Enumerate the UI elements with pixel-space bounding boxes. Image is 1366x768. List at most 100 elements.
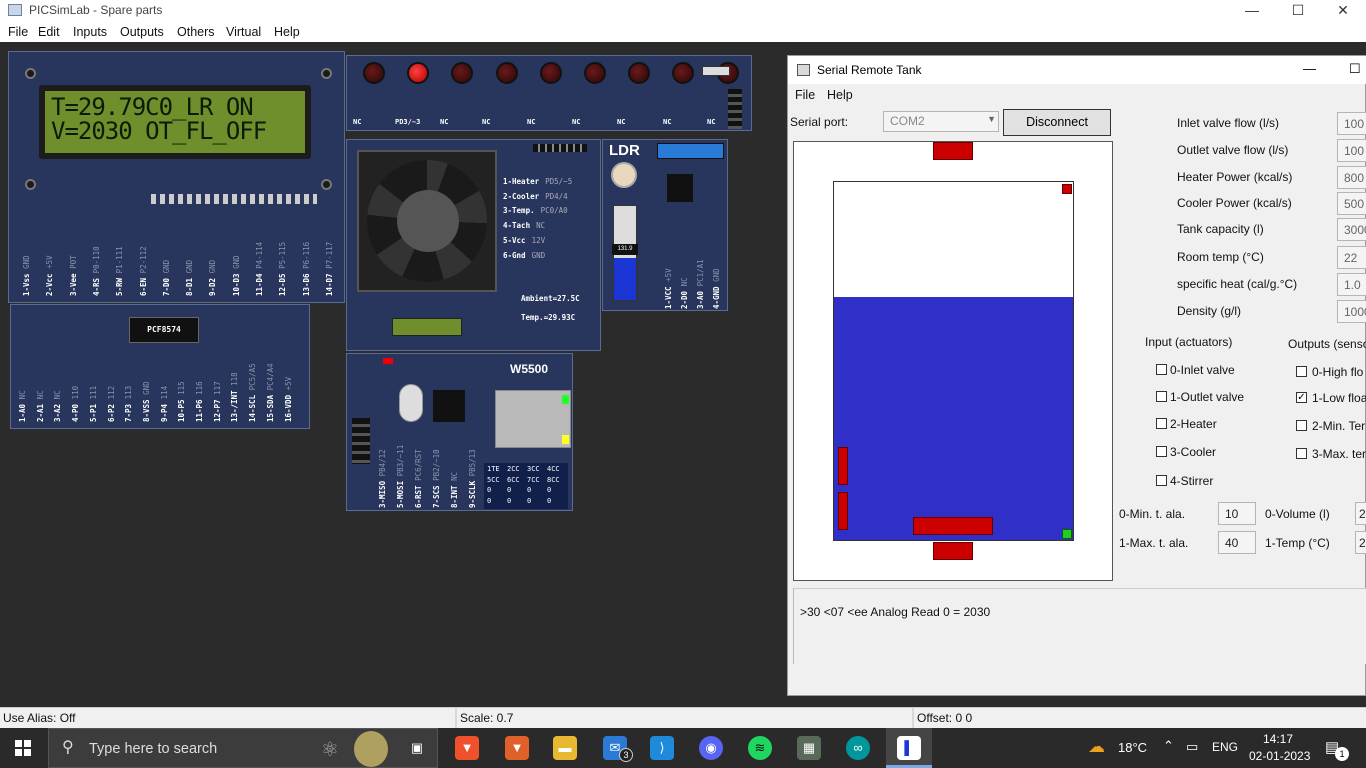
minimize-button[interactable]: — <box>1229 0 1275 22</box>
checkbox-output-0[interactable] <box>1296 366 1307 377</box>
pcf8574-board[interactable]: PCF8574 1-A0 NC 2-A1 NC 3-A2 NC 4-P0 110 5-P… <box>10 304 310 429</box>
fan-pin-1: 1-Heater PD5/~5 <box>503 177 572 186</box>
serial-maximize-button[interactable]: ☐ <box>1349 61 1361 77</box>
pin-name: 1-VCC <box>664 286 673 309</box>
pin-name: 9-SCLK <box>468 480 477 508</box>
serial-menu-file[interactable]: File <box>795 88 815 102</box>
menu-file[interactable]: File <box>8 25 28 39</box>
tank-liquid <box>834 296 1073 540</box>
pin-label-1: 1-Vss GND <box>22 255 31 296</box>
checkbox-output-3[interactable] <box>1296 448 1307 459</box>
pin-signal: P1-111 <box>115 246 125 274</box>
crystal <box>399 384 423 422</box>
atom-icon[interactable]: ⚛ <box>321 737 349 761</box>
window-title: PICSimLab - Spare parts <box>29 3 163 17</box>
pin-name: 12-D5 <box>278 273 288 296</box>
ldr-board[interactable]: LDR 131.9 1-VCC +5V 2-D0 NC 3-A0 PC1/A1 4-G… <box>602 139 728 311</box>
spotify-icon[interactable]: ≋ <box>748 736 772 760</box>
pin-name: 10-D3 <box>231 273 241 296</box>
param-field-2[interactable]: 100 <box>1337 139 1366 162</box>
chevron-up-icon[interactable]: ⌃ <box>1163 738 1174 754</box>
led-1 <box>363 62 385 84</box>
param-field-1[interactable]: 100 <box>1337 112 1366 135</box>
pin-name: 1-Heater <box>503 177 540 186</box>
pin-name: 14-SCL <box>248 394 258 422</box>
pin-label-1: 3-MISO PB4/12 <box>378 449 387 508</box>
switch-toggle[interactable] <box>702 66 730 76</box>
input-label-3: 3-Cooler <box>1170 445 1217 459</box>
picsimlab-icon[interactable]: ▦ <box>797 736 821 760</box>
menu-inputs[interactable]: Inputs <box>73 25 107 39</box>
checkbox-input-0[interactable] <box>1156 364 1167 375</box>
maximize-button[interactable]: ☐ <box>1275 0 1321 22</box>
disconnect-button[interactable]: Disconnect <box>1003 109 1111 136</box>
param-field-5[interactable]: 3000 <box>1337 218 1366 241</box>
alarm-field-0[interactable]: 10 <box>1218 502 1256 525</box>
led-4 <box>495 62 518 84</box>
weather-icon[interactable]: ☁ <box>1088 737 1105 757</box>
pin-name: 2-Vcc <box>45 273 55 296</box>
param-field-4[interactable]: 500 <box>1337 192 1366 215</box>
pin-label-9: 9-P4 114 <box>160 386 169 422</box>
pin-name: 7-D0 <box>161 277 171 296</box>
menu-others[interactable]: Others <box>177 25 215 39</box>
brave-beta-icon[interactable]: ▼ <box>505 736 529 760</box>
arduino-icon[interactable]: ∞ <box>846 736 870 760</box>
ldr-pot[interactable] <box>657 143 724 159</box>
close-button[interactable]: ✕ <box>1320 0 1366 22</box>
serial-menu-help[interactable]: Help <box>827 88 853 102</box>
pin-label-4: 7-SCS PB2/~10 <box>432 449 441 508</box>
param-field-7[interactable]: 1.0 <box>1337 273 1366 296</box>
discord-icon[interactable]: ◉ <box>699 736 723 760</box>
pin-signal: P7-117 <box>324 241 334 269</box>
pin-name: 11-P6 <box>195 399 204 422</box>
lcd-board[interactable]: T=29.79C0_LR ON V=2030 OT_FL_OFF 1-Vss GN… <box>8 51 345 303</box>
taskbar-search[interactable]: ⚲ Type here to search ⚛ <box>48 728 438 768</box>
menu-help[interactable]: Help <box>274 25 300 39</box>
pin-signal: NC <box>18 390 27 400</box>
checkbox-input-3[interactable] <box>1156 446 1167 457</box>
menu-virtual[interactable]: Virtual <box>226 25 261 39</box>
checkbox-input-4[interactable] <box>1156 475 1167 486</box>
task-view-icon[interactable]: ▣ <box>405 736 429 760</box>
vscode-icon[interactable]: ⟩ <box>650 736 674 760</box>
alarm-field-1[interactable]: 40 <box>1218 531 1256 554</box>
ldr-slider[interactable]: 131.9 <box>612 205 638 301</box>
output-label-0: 0-High flo <box>1312 365 1364 379</box>
network-icon[interactable]: ▭ <box>1186 739 1198 755</box>
param-field-8[interactable]: 1000 <box>1337 300 1366 323</box>
fan-header <box>533 144 587 152</box>
fan-board[interactable]: 1-Heater PD5/~5 2-Cooler PD4/4 3-Temp. PC0/A0… <box>346 139 601 351</box>
windows-start-icon[interactable] <box>15 740 31 756</box>
pin-signal: P2-112 <box>138 246 148 274</box>
search-highlight-icon[interactable] <box>354 731 388 767</box>
weather-temp[interactable]: 18°C <box>1118 740 1147 755</box>
param-field-6[interactable]: 22 <box>1337 246 1366 269</box>
serial-minimize-button[interactable]: — <box>1303 61 1316 76</box>
parts-workspace[interactable]: T=29.79C0_LR ON V=2030 OT_FL_OFF 1-Vss GN… <box>5 42 787 707</box>
clock-time[interactable]: 14:17 <box>1263 732 1293 746</box>
led-bar-board[interactable]: NC PD3/~3 NC NC NC NC NC NC NC <box>346 55 752 131</box>
checkbox-output-2[interactable] <box>1296 420 1307 431</box>
pin-name: 1-Vss <box>22 273 31 296</box>
clock-date[interactable]: 02-01-2023 <box>1249 749 1310 763</box>
active-task[interactable]: ▌ <box>886 728 932 768</box>
serial-log[interactable]: >30 <07 <ee Analog Read 0 = 2030 <box>793 588 1366 664</box>
param-label-4: Cooler Power (kcal/s) <box>1177 196 1292 210</box>
menu-edit[interactable]: Edit <box>38 25 60 39</box>
checkbox-output-1[interactable]: ✓ <box>1296 392 1307 403</box>
w5500-board[interactable]: W5500 3-MISO PB4/12 5-MOSI PB3/~11 6-RST P… <box>346 353 573 511</box>
pin-signal: 111 <box>88 385 98 400</box>
checkbox-input-2[interactable] <box>1156 418 1167 429</box>
outlet-valve-icon <box>933 542 973 560</box>
pin-header <box>352 418 370 464</box>
checkbox-input-1[interactable] <box>1156 391 1167 402</box>
socket-cell: 0 <box>507 496 512 505</box>
param-field-3[interactable]: 800 <box>1337 166 1366 189</box>
language-indicator[interactable]: ENG <box>1212 740 1238 754</box>
brave-icon[interactable]: ▼ <box>455 736 479 760</box>
serial-port-select[interactable]: COM2 ▼ <box>883 111 999 132</box>
ldr-sensor-icon <box>611 162 637 188</box>
menu-outputs[interactable]: Outputs <box>120 25 164 39</box>
file-explorer-icon[interactable]: ▬ <box>553 736 577 760</box>
